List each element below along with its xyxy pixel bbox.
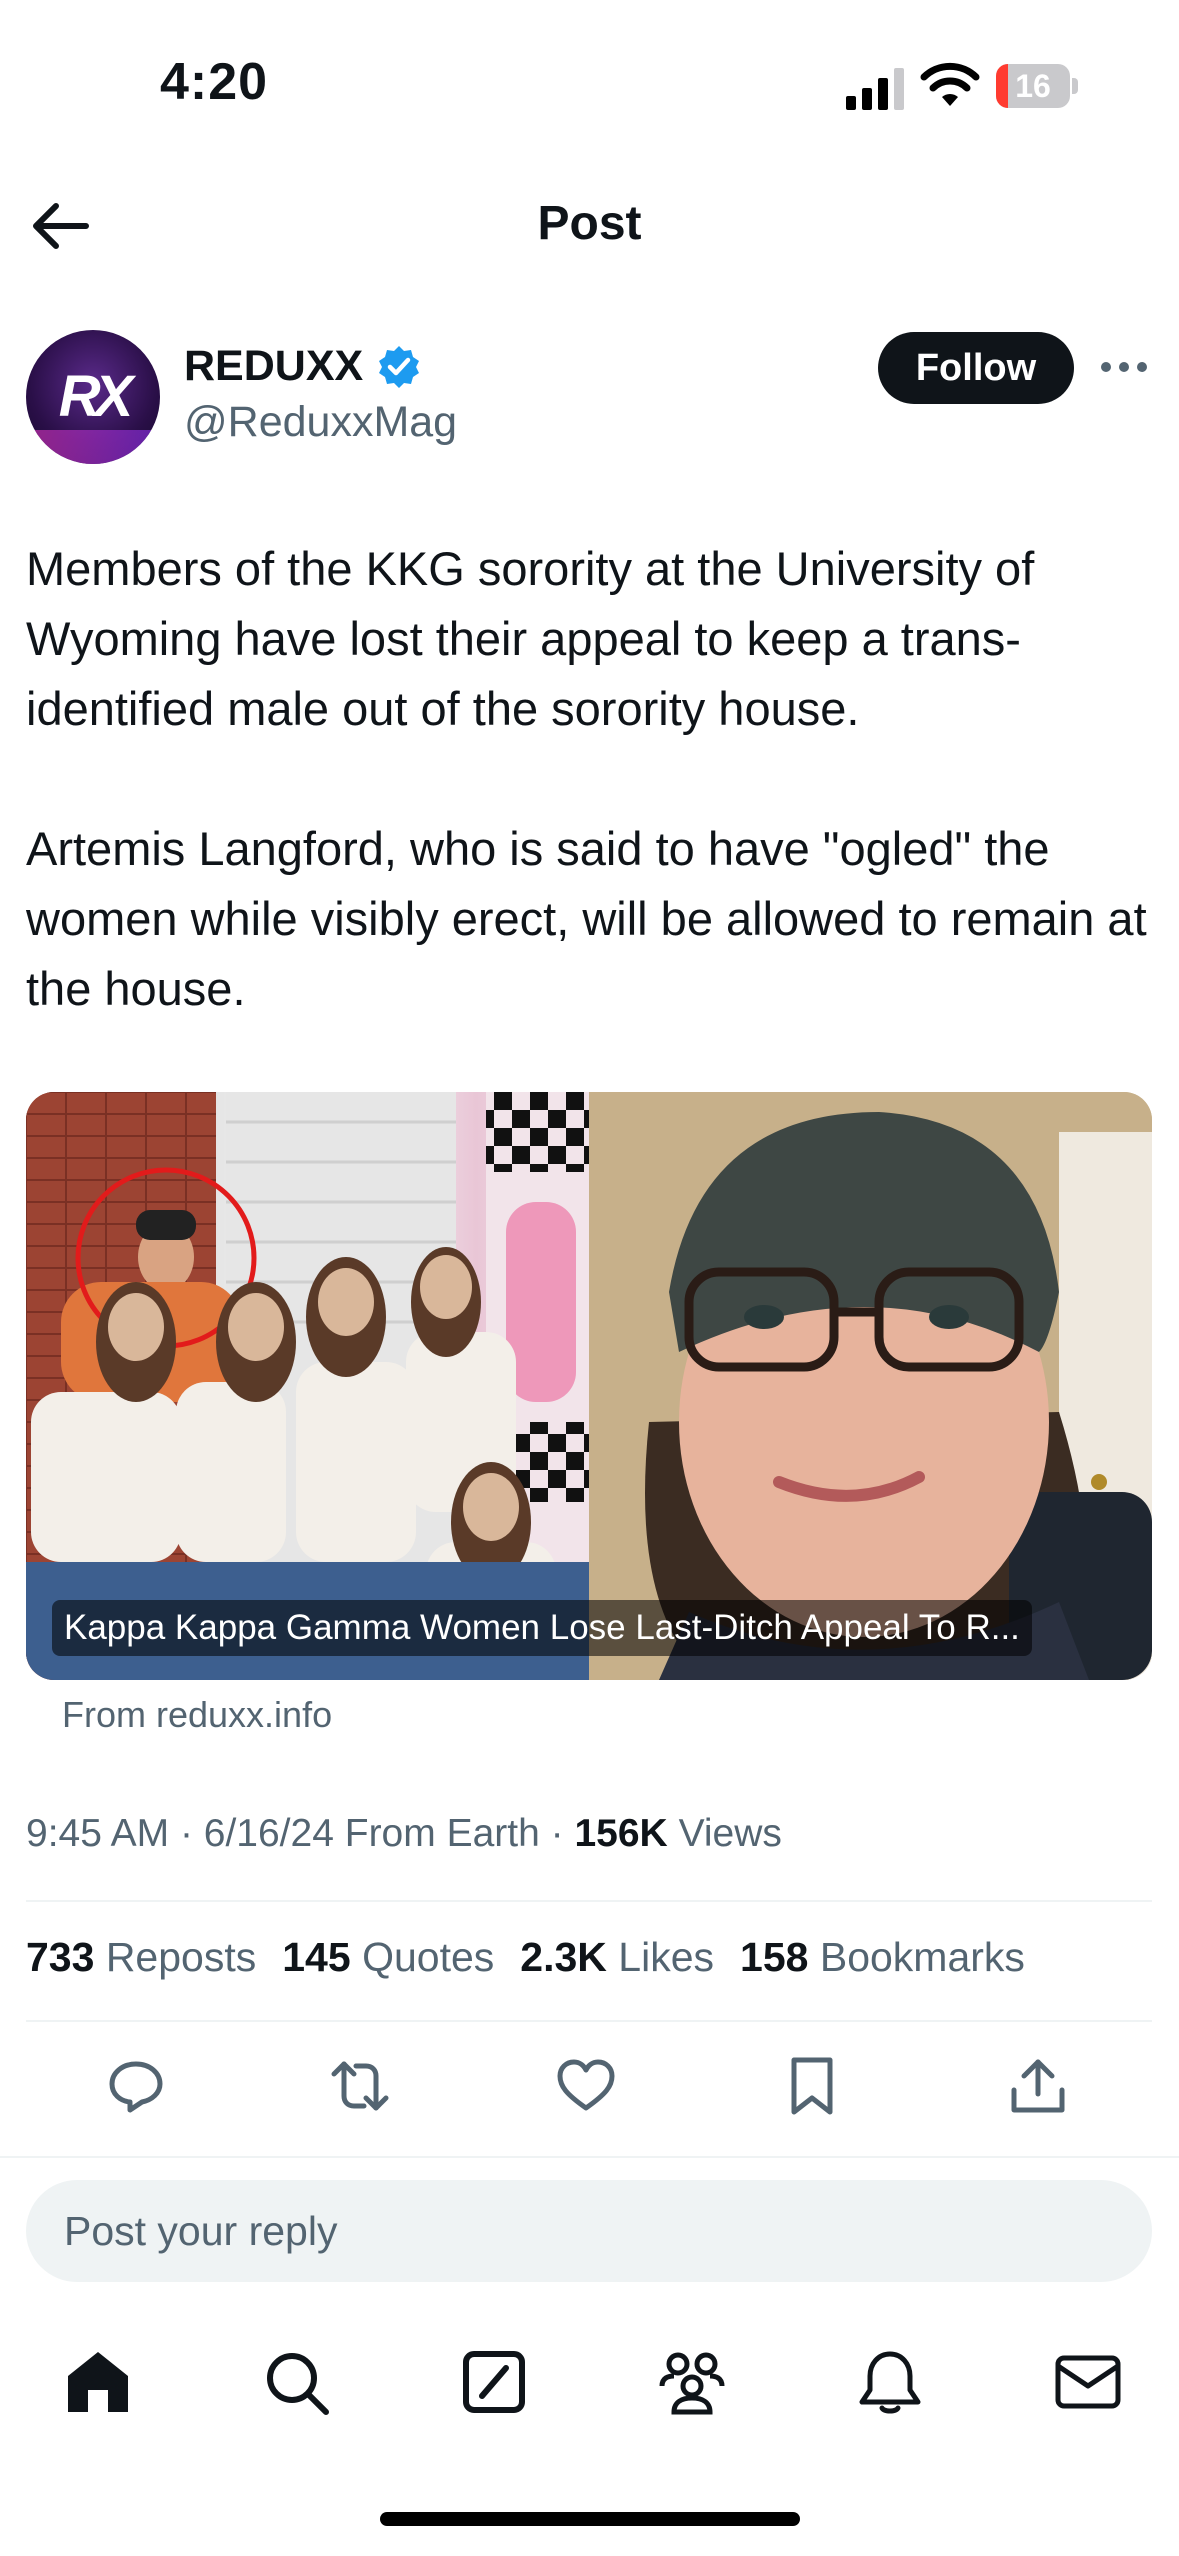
post-time: 9:45 AM: [26, 1812, 170, 1855]
stat-label: Likes: [618, 1934, 715, 1980]
meta-separator: ·: [179, 1812, 193, 1855]
author-display-name[interactable]: REDUXX: [184, 342, 363, 391]
views-count: 156K: [574, 1812, 668, 1855]
page-title: Post: [537, 197, 642, 250]
portrait-photo: [589, 1092, 1152, 1680]
battery-level: 16: [1015, 68, 1051, 104]
like-icon[interactable]: [556, 2056, 616, 2116]
status-time: 4:20: [160, 53, 269, 111]
stat-likes[interactable]: 2.3K Likes: [520, 1934, 714, 1980]
cellular-signal-icon: [846, 68, 904, 110]
media-caption: Kappa Kappa Gamma Women Lose Last-Ditch …: [52, 1600, 1032, 1656]
avatar-logo: RX: [58, 364, 134, 429]
wifi-icon: [920, 62, 980, 106]
communities-icon[interactable]: [656, 2346, 728, 2418]
stat-bookmarks[interactable]: 158 Bookmarks: [740, 1934, 1025, 1980]
reply-input[interactable]: Post your reply: [26, 2180, 1152, 2282]
views-label: Views: [678, 1812, 782, 1855]
grok-icon[interactable]: [458, 2346, 530, 2418]
more-options-icon[interactable]: [1100, 352, 1148, 382]
post-text: Members of the KKG sorority at the Unive…: [26, 542, 1147, 1015]
meta-separator: ·: [550, 1812, 564, 1855]
search-icon[interactable]: [260, 2346, 332, 2418]
notifications-icon[interactable]: [854, 2346, 926, 2418]
link-preview-card[interactable]: Kappa Kappa Gamma Women Lose Last-Ditch …: [26, 1092, 1152, 1680]
group-photo-illustration: [26, 1092, 589, 1680]
divider: [0, 2156, 1179, 2158]
verified-badge-icon: [379, 346, 419, 388]
stat-label: Reposts: [105, 1934, 257, 1980]
post-location: From Earth: [344, 1812, 540, 1855]
post-meta: 9:45 AM · 6/16/24 From Earth · 156K View…: [26, 1812, 782, 1856]
portrait-illustration: [589, 1092, 1152, 1680]
stat-number: 2.3K: [520, 1934, 607, 1980]
link-source[interactable]: From reduxx.info: [62, 1694, 332, 1736]
divider: [26, 1900, 1152, 1902]
stat-number: 733: [26, 1934, 95, 1980]
home-icon[interactable]: [62, 2346, 134, 2418]
avatar[interactable]: RX: [26, 330, 160, 464]
back-arrow-icon[interactable]: [28, 196, 92, 256]
stat-number: 145: [282, 1934, 351, 1980]
post-date: 6/16/24: [203, 1812, 334, 1855]
battery-tip: [1072, 78, 1078, 94]
group-photo: [26, 1092, 589, 1680]
stat-number: 158: [740, 1934, 809, 1980]
stat-label: Quotes: [362, 1934, 495, 1980]
home-indicator[interactable]: [380, 2512, 800, 2526]
battery-indicator: 16: [996, 64, 1078, 108]
battery-body: 16: [996, 64, 1070, 108]
follow-button[interactable]: Follow: [878, 332, 1074, 404]
bookmark-icon[interactable]: [782, 2056, 842, 2116]
stat-reposts[interactable]: 733 Reposts: [26, 1934, 256, 1980]
stat-label: Bookmarks: [819, 1934, 1025, 1980]
repost-icon[interactable]: [330, 2056, 390, 2116]
reply-icon[interactable]: [106, 2056, 166, 2116]
author-handle[interactable]: @ReduxxMag: [184, 398, 457, 447]
stat-quotes[interactable]: 145 Quotes: [282, 1934, 494, 1980]
reply-placeholder: Post your reply: [64, 2208, 338, 2254]
messages-icon[interactable]: [1052, 2346, 1124, 2418]
divider: [26, 2020, 1152, 2022]
share-icon[interactable]: [1008, 2056, 1068, 2116]
engagement-stats: 733 Reposts 145 Quotes 2.3K Likes 158 Bookm…: [26, 1934, 1051, 1981]
